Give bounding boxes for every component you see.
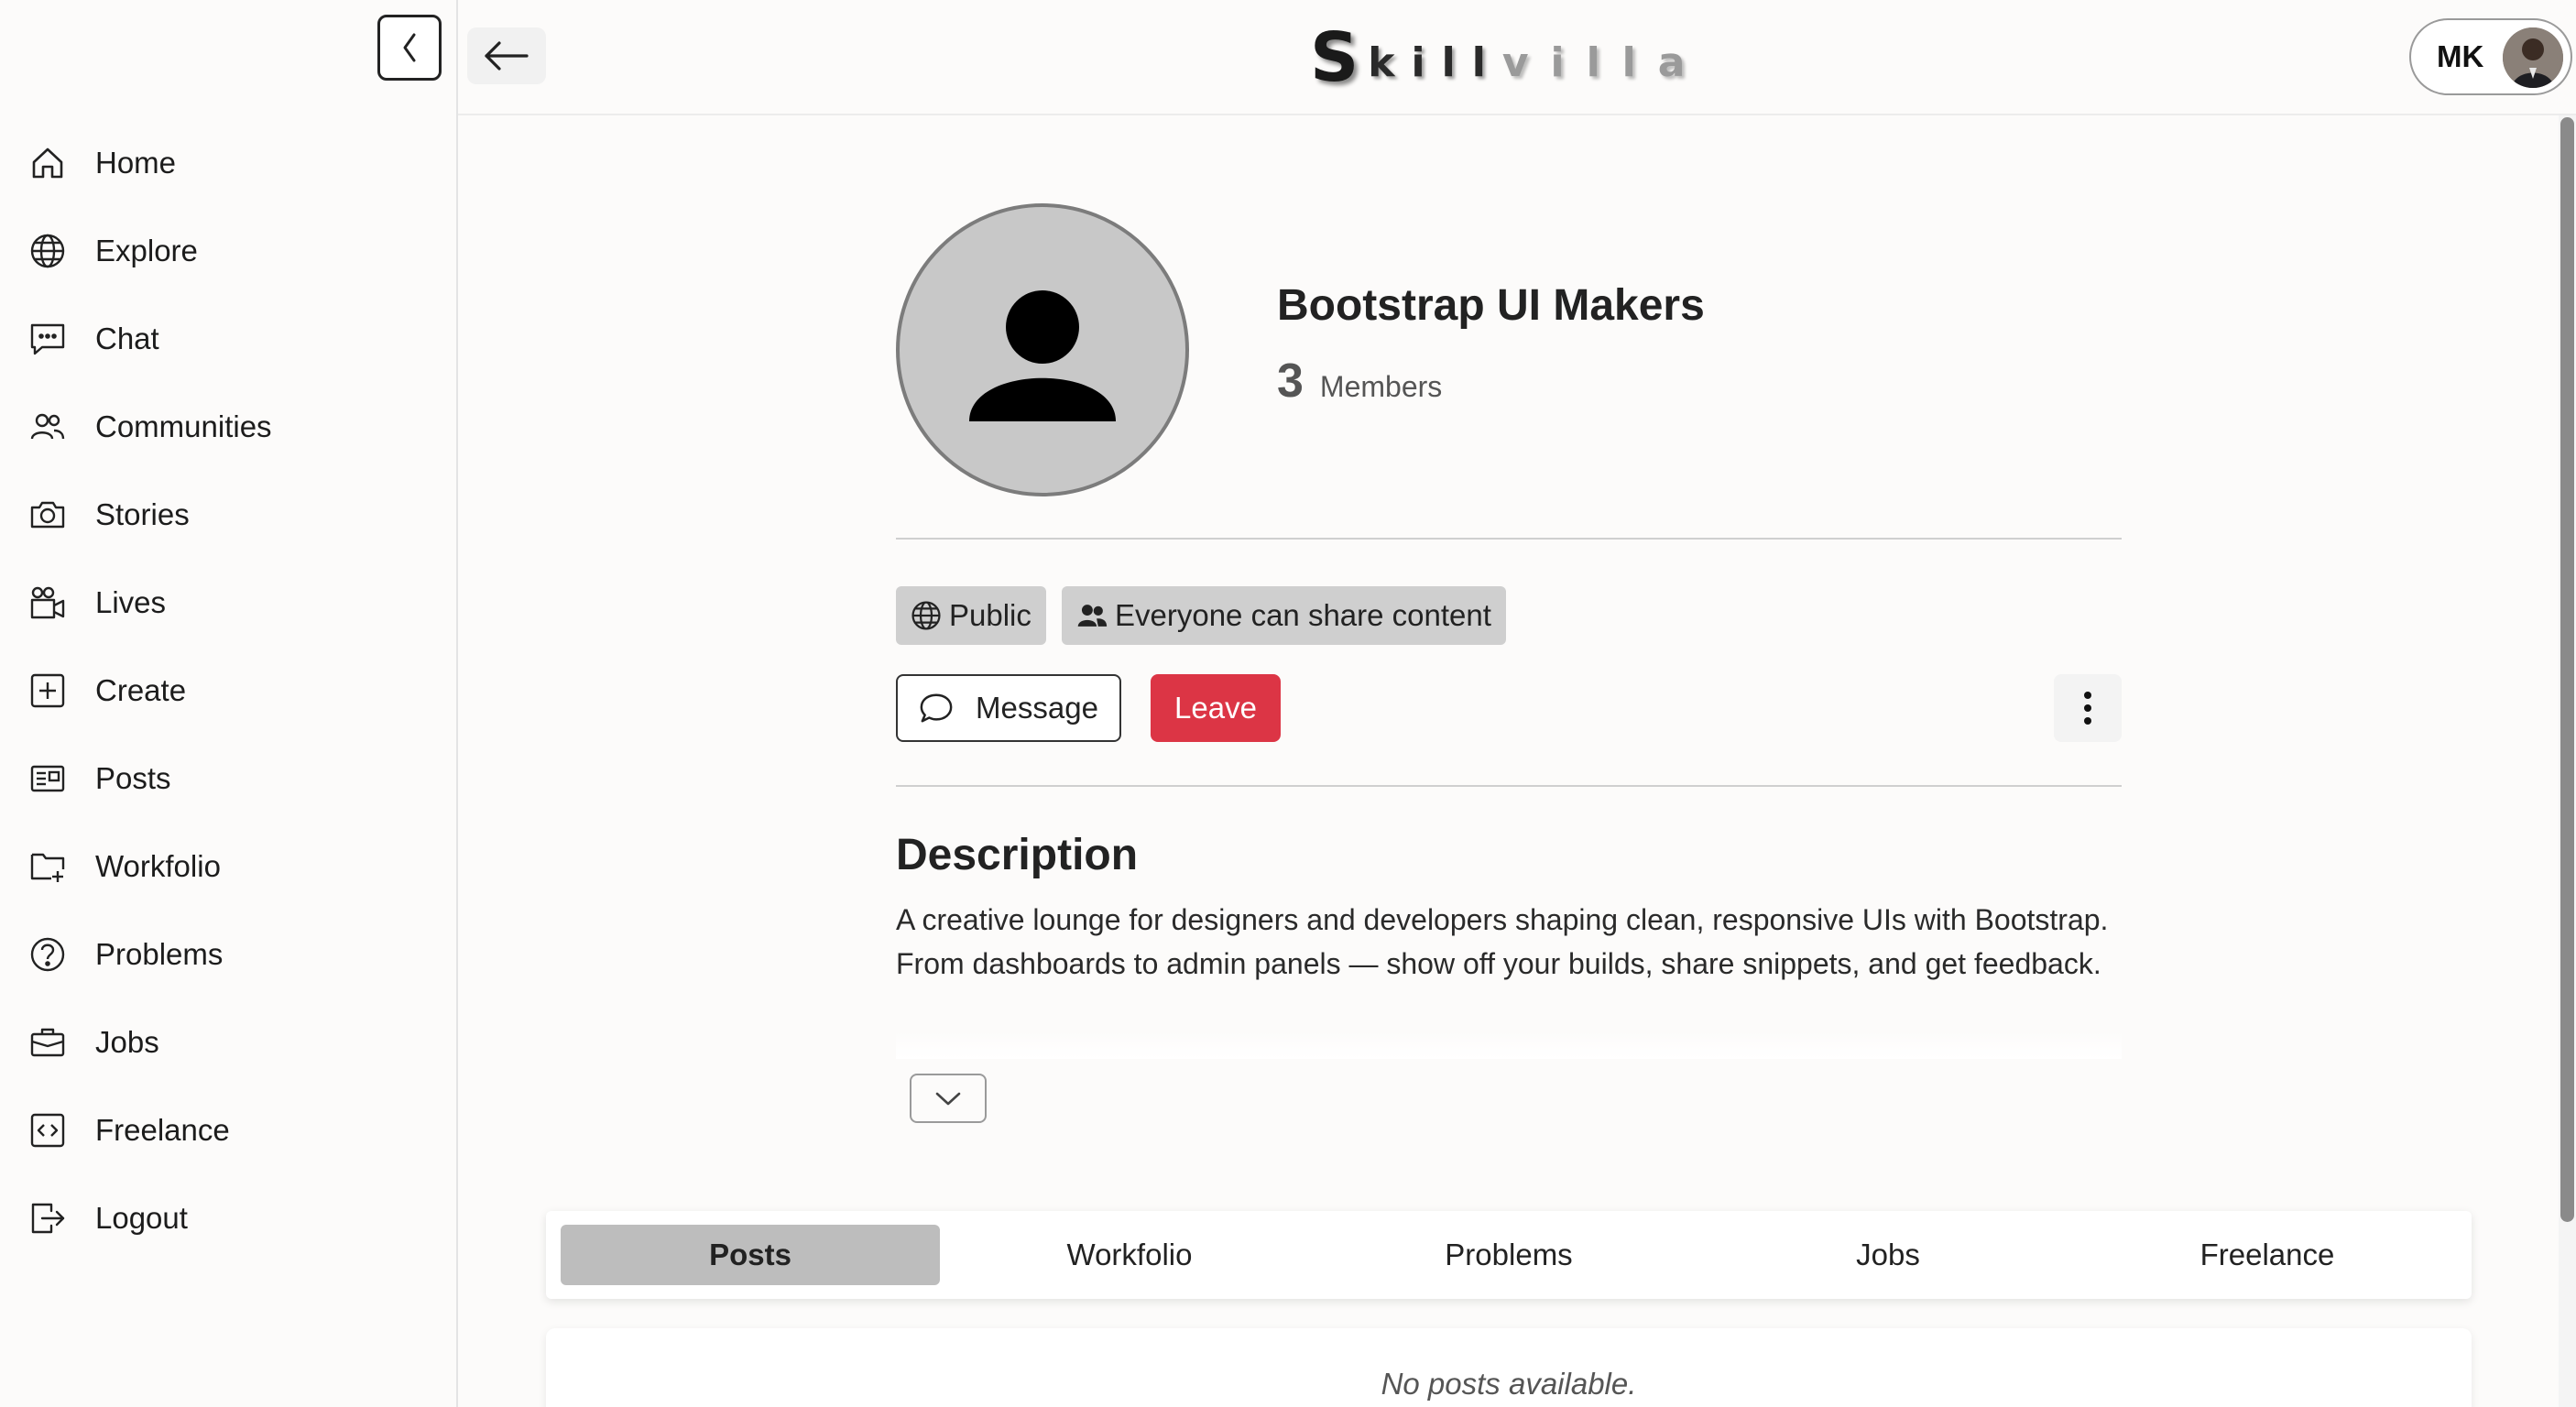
message-label: Message [976,691,1098,725]
leave-label: Leave [1174,691,1257,725]
sidebar-collapse-button[interactable] [377,15,442,81]
sidebar-item-problems[interactable]: Problems [0,911,458,998]
sidebar-nav: Home Explore Chat Communities Stories Li… [0,119,458,1262]
sidebar-item-workfolio[interactable]: Workfolio [0,823,458,911]
sidebar-item-label: Freelance [95,1113,230,1147]
community-tabs: Posts Workfolio Problems Jobs Freelance [546,1211,2472,1299]
sidebar-item-label: Create [95,673,187,707]
logo-text-light: villa [1501,39,1708,87]
sidebar-item-home[interactable]: Home [0,119,458,207]
sidebar-item-label: Workfolio [95,849,221,883]
sharing-label: Everyone can share content [1115,598,1491,632]
sidebar-item-create[interactable]: Create [0,647,458,735]
kebab-menu-icon [2084,692,2091,725]
tab-posts[interactable]: Posts [561,1225,940,1285]
sidebar-item-logout[interactable]: Logout [0,1174,458,1262]
leave-button[interactable]: Leave [1151,674,1281,742]
skillvilla-logo[interactable]: S kill villa [1310,18,1707,92]
chat-bubble-icon [919,691,954,725]
sidebar-item-lives[interactable]: Lives [0,559,458,647]
empty-posts-message: No posts available. [1381,1367,1637,1401]
question-circle-icon [27,934,68,975]
folder-plus-icon [27,846,68,887]
sidebar-item-label: Home [95,146,177,180]
community-name: Bootstrap UI Makers [1277,281,1705,330]
arrow-left-icon [485,41,529,71]
tab-workfolio[interactable]: Workfolio [940,1225,1319,1285]
member-count-number: 3 [1277,354,1304,408]
sidebar-item-label: Communities [95,409,272,443]
newspaper-icon [27,758,68,799]
logo-letter: S [1310,18,1359,97]
logout-icon [27,1198,68,1238]
sidebar-item-label: Logout [95,1201,188,1235]
sidebar-item-explore[interactable]: Explore [0,207,458,295]
chevron-left-icon [403,33,416,62]
plus-square-icon [27,671,68,711]
code-square-icon [27,1110,68,1151]
sidebar-item-label: Jobs [95,1025,159,1059]
description-fade [896,989,2122,1059]
visibility-label: Public [949,598,1031,632]
globe-icon [911,600,942,631]
people-fill-icon [1076,600,1108,631]
user-menu-button[interactable]: MK [2409,18,2572,95]
video-camera-icon [27,583,68,623]
divider [896,538,2122,540]
people-icon [27,407,68,447]
sidebar-item-chat[interactable]: Chat [0,295,458,383]
tab-problems[interactable]: Problems [1319,1225,1698,1285]
sidebar-item-label: Explore [95,234,198,267]
briefcase-icon [27,1022,68,1063]
description-text: A creative lounge for designers and deve… [896,903,2109,980]
back-button[interactable] [467,27,546,84]
sharing-badge: Everyone can share content [1062,586,1506,645]
scrollbar-thumb[interactable] [2560,117,2574,1222]
community-avatar [896,203,1189,496]
chevron-down-icon [935,1092,961,1106]
sidebar: Home Explore Chat Communities Stories Li… [0,0,458,1407]
globe-icon [27,231,68,271]
user-avatar [2503,27,2563,88]
tab-jobs[interactable]: Jobs [1698,1225,2078,1285]
top-header: S kill villa MK [458,0,2576,115]
sidebar-item-label: Chat [95,322,159,355]
divider [896,785,2122,787]
member-count-label: Members [1319,370,1443,403]
sidebar-item-label: Stories [95,497,190,531]
sidebar-item-label: Problems [95,937,224,971]
sidebar-item-label: Lives [95,585,167,619]
sidebar-item-freelance[interactable]: Freelance [0,1086,458,1174]
sidebar-item-posts[interactable]: Posts [0,735,458,823]
visibility-badge: Public [896,586,1046,645]
message-button[interactable]: Message [896,674,1121,742]
sidebar-item-communities[interactable]: Communities [0,383,458,471]
sidebar-item-jobs[interactable]: Jobs [0,998,458,1086]
tab-freelance[interactable]: Freelance [2078,1225,2457,1285]
sidebar-item-label: Posts [95,761,171,795]
home-icon [27,143,68,183]
user-initials: MK [2437,39,2484,73]
logo-text-dark: kill [1368,39,1502,87]
more-options-button[interactable] [2054,674,2122,742]
expand-description-button[interactable] [910,1074,987,1123]
sidebar-item-stories[interactable]: Stories [0,471,458,559]
member-count[interactable]: 3 Members [1277,354,1442,409]
posts-panel: No posts available. [546,1328,2472,1407]
description-heading: Description [896,831,1139,879]
chat-icon [27,319,68,359]
camera-icon [27,495,68,535]
person-silhouette-icon [969,290,1116,421]
